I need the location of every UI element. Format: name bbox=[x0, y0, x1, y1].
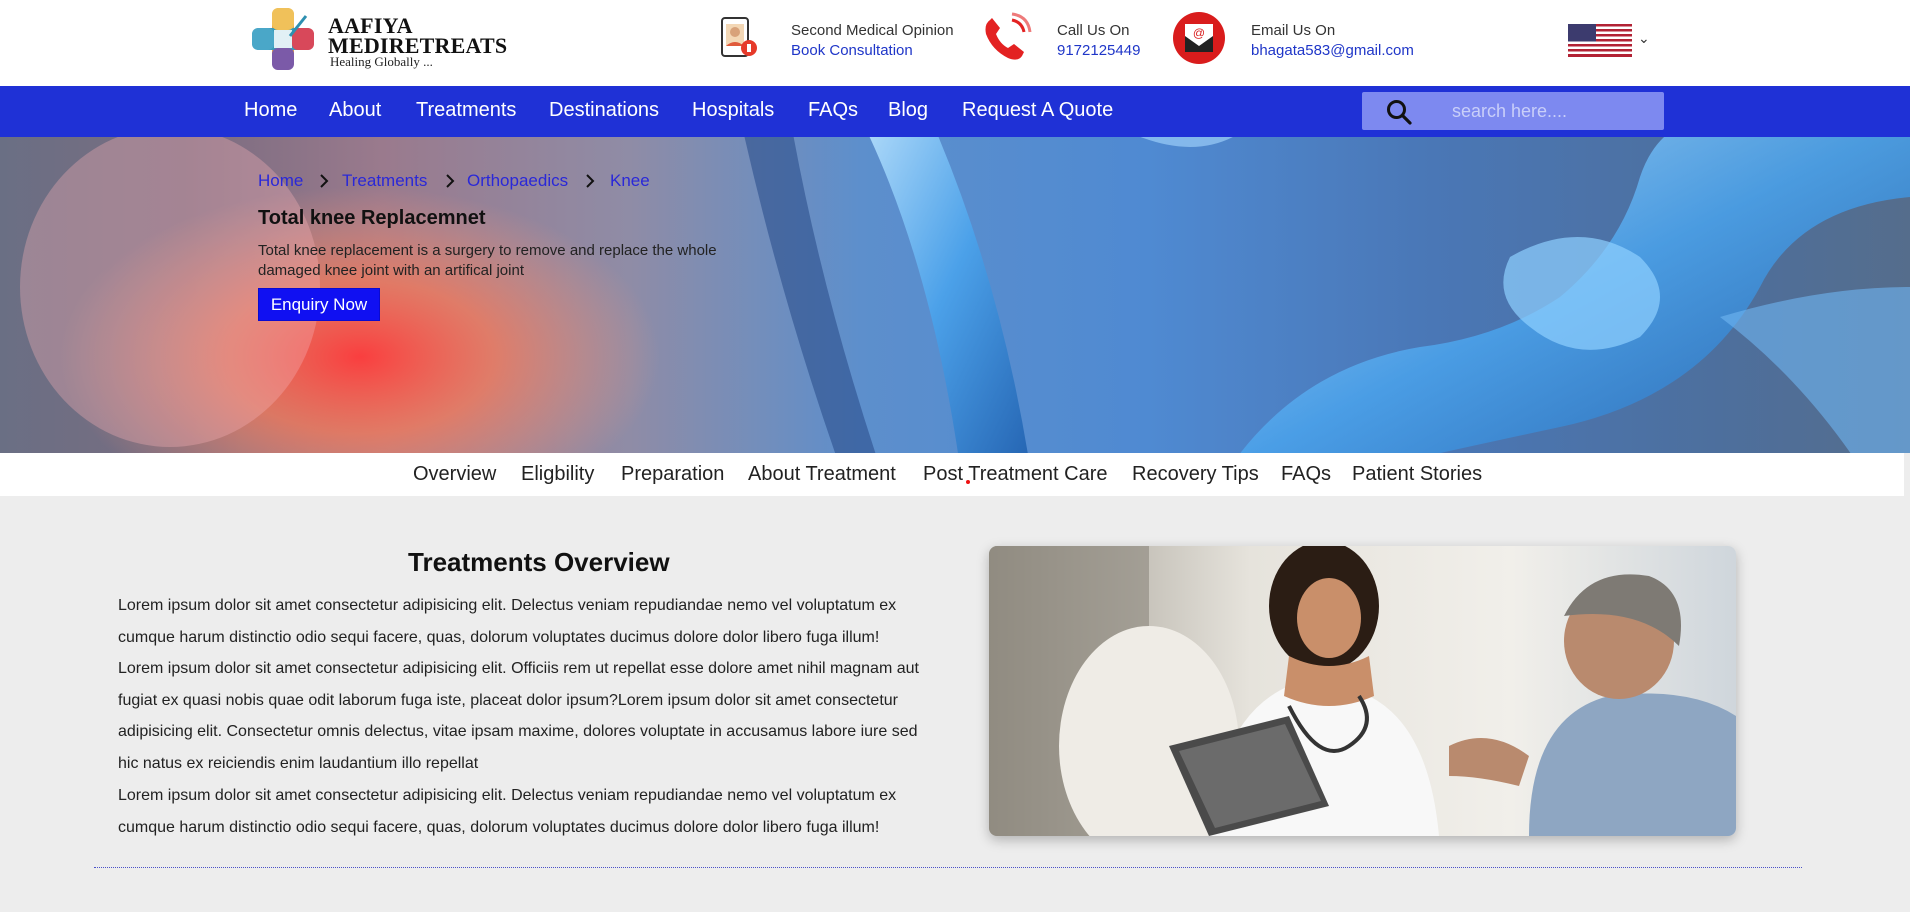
nav-item-destinations[interactable]: Destinations bbox=[549, 99, 659, 122]
email-icon: @ bbox=[1173, 12, 1225, 64]
enquiry-now-button[interactable]: Enquiry Now bbox=[258, 288, 380, 321]
breadcrumb-treatments[interactable]: Treatments bbox=[342, 171, 427, 191]
section-divider bbox=[94, 867, 1802, 868]
treatment-section-tabs: Overview Eligbility Preparation About Tr… bbox=[0, 453, 1904, 496]
search-icon[interactable] bbox=[1386, 99, 1412, 125]
tab-eligibility[interactable]: Eligbility bbox=[521, 463, 594, 486]
breadcrumb-orthopaedics[interactable]: Orthopaedics bbox=[467, 171, 568, 191]
medical-cross-logo-icon bbox=[252, 8, 314, 70]
email-address-link[interactable]: bhagata583@gmail.com bbox=[1251, 42, 1414, 59]
nav-item-treatments[interactable]: Treatments bbox=[416, 99, 516, 122]
email-contact[interactable]: @ Email Us On bhagata583@gmail.com bbox=[1173, 12, 1433, 72]
chevron-right-icon bbox=[586, 174, 595, 188]
nav-item-faqs[interactable]: FAQs bbox=[808, 99, 858, 122]
brand-tagline: Healing Globally ... bbox=[330, 54, 433, 69]
treatment-title: Total knee Replacemnet bbox=[258, 207, 486, 229]
nav-item-request-quote[interactable]: Request A Quote bbox=[962, 99, 1113, 122]
tab-overview[interactable]: Overview bbox=[413, 463, 496, 486]
tab-about-treatment[interactable]: About Treatment bbox=[748, 463, 896, 486]
overview-paragraph: Lorem ipsum dolor sit amet consectetur a… bbox=[118, 660, 919, 773]
email-label: Email Us On bbox=[1251, 22, 1336, 39]
treatment-description: Total knee replacement is a surgery to r… bbox=[258, 242, 717, 279]
nav-item-hospitals[interactable]: Hospitals bbox=[692, 99, 774, 122]
doctor-patient-photo bbox=[989, 546, 1736, 836]
hero-banner: Home Treatments Orthopaedics Knee Total … bbox=[0, 137, 1910, 453]
call-contact[interactable]: Call Us On 9172125449 bbox=[980, 12, 1160, 72]
search-input[interactable] bbox=[1452, 98, 1652, 124]
search-box bbox=[1362, 92, 1664, 130]
us-flag-icon[interactable] bbox=[1568, 24, 1632, 57]
brand-name: AAFIYA MEDIRETREATS bbox=[328, 13, 508, 58]
main-navigation: Home About Treatments Destinations Hospi… bbox=[0, 86, 1910, 137]
opinion-label: Second Medical Opinion bbox=[791, 22, 954, 39]
tab-post-treatment-care[interactable]: Post Treatment Care bbox=[923, 463, 1108, 486]
phone-icon bbox=[985, 12, 1032, 60]
cursor-dot bbox=[966, 480, 970, 484]
call-label: Call Us On bbox=[1057, 22, 1130, 39]
chevron-down-icon[interactable]: ⌄ bbox=[1638, 30, 1650, 47]
tab-patient-stories[interactable]: Patient Stories bbox=[1352, 463, 1482, 486]
tab-preparation[interactable]: Preparation bbox=[621, 463, 724, 486]
tab-recovery-tips[interactable]: Recovery Tips bbox=[1132, 463, 1259, 486]
doctor-tablet-icon bbox=[721, 17, 757, 57]
breadcrumb-home[interactable]: Home bbox=[258, 171, 303, 191]
tab-faqs[interactable]: FAQs bbox=[1281, 463, 1331, 486]
phone-number-link[interactable]: 9172125449 bbox=[1057, 42, 1140, 59]
chevron-right-icon bbox=[320, 174, 329, 188]
brand-logo[interactable]: AAFIYA MEDIRETREATS Healing Globally ... bbox=[250, 6, 508, 72]
overview-heading: Treatments Overview bbox=[408, 547, 670, 577]
nav-item-about[interactable]: About bbox=[329, 99, 381, 122]
svg-text:@: @ bbox=[1193, 26, 1205, 40]
doctor-consulting-patient-image bbox=[989, 546, 1736, 836]
top-header: AAFIYA MEDIRETREATS Healing Globally ...… bbox=[0, 0, 1910, 86]
overview-paragraph: Lorem ipsum dolor sit amet consectetur a… bbox=[118, 787, 897, 836]
breadcrumb-knee[interactable]: Knee bbox=[610, 171, 650, 191]
chevron-right-icon bbox=[446, 174, 455, 188]
overview-paragraph: Lorem ipsum dolor sit amet consectetur a… bbox=[118, 597, 897, 646]
nav-item-blog[interactable]: Blog bbox=[888, 99, 928, 122]
second-opinion-contact[interactable]: Second Medical Opinion Book Consultation bbox=[718, 12, 978, 72]
nav-item-home[interactable]: Home bbox=[244, 99, 297, 122]
book-consultation-link[interactable]: Book Consultation bbox=[791, 42, 913, 59]
